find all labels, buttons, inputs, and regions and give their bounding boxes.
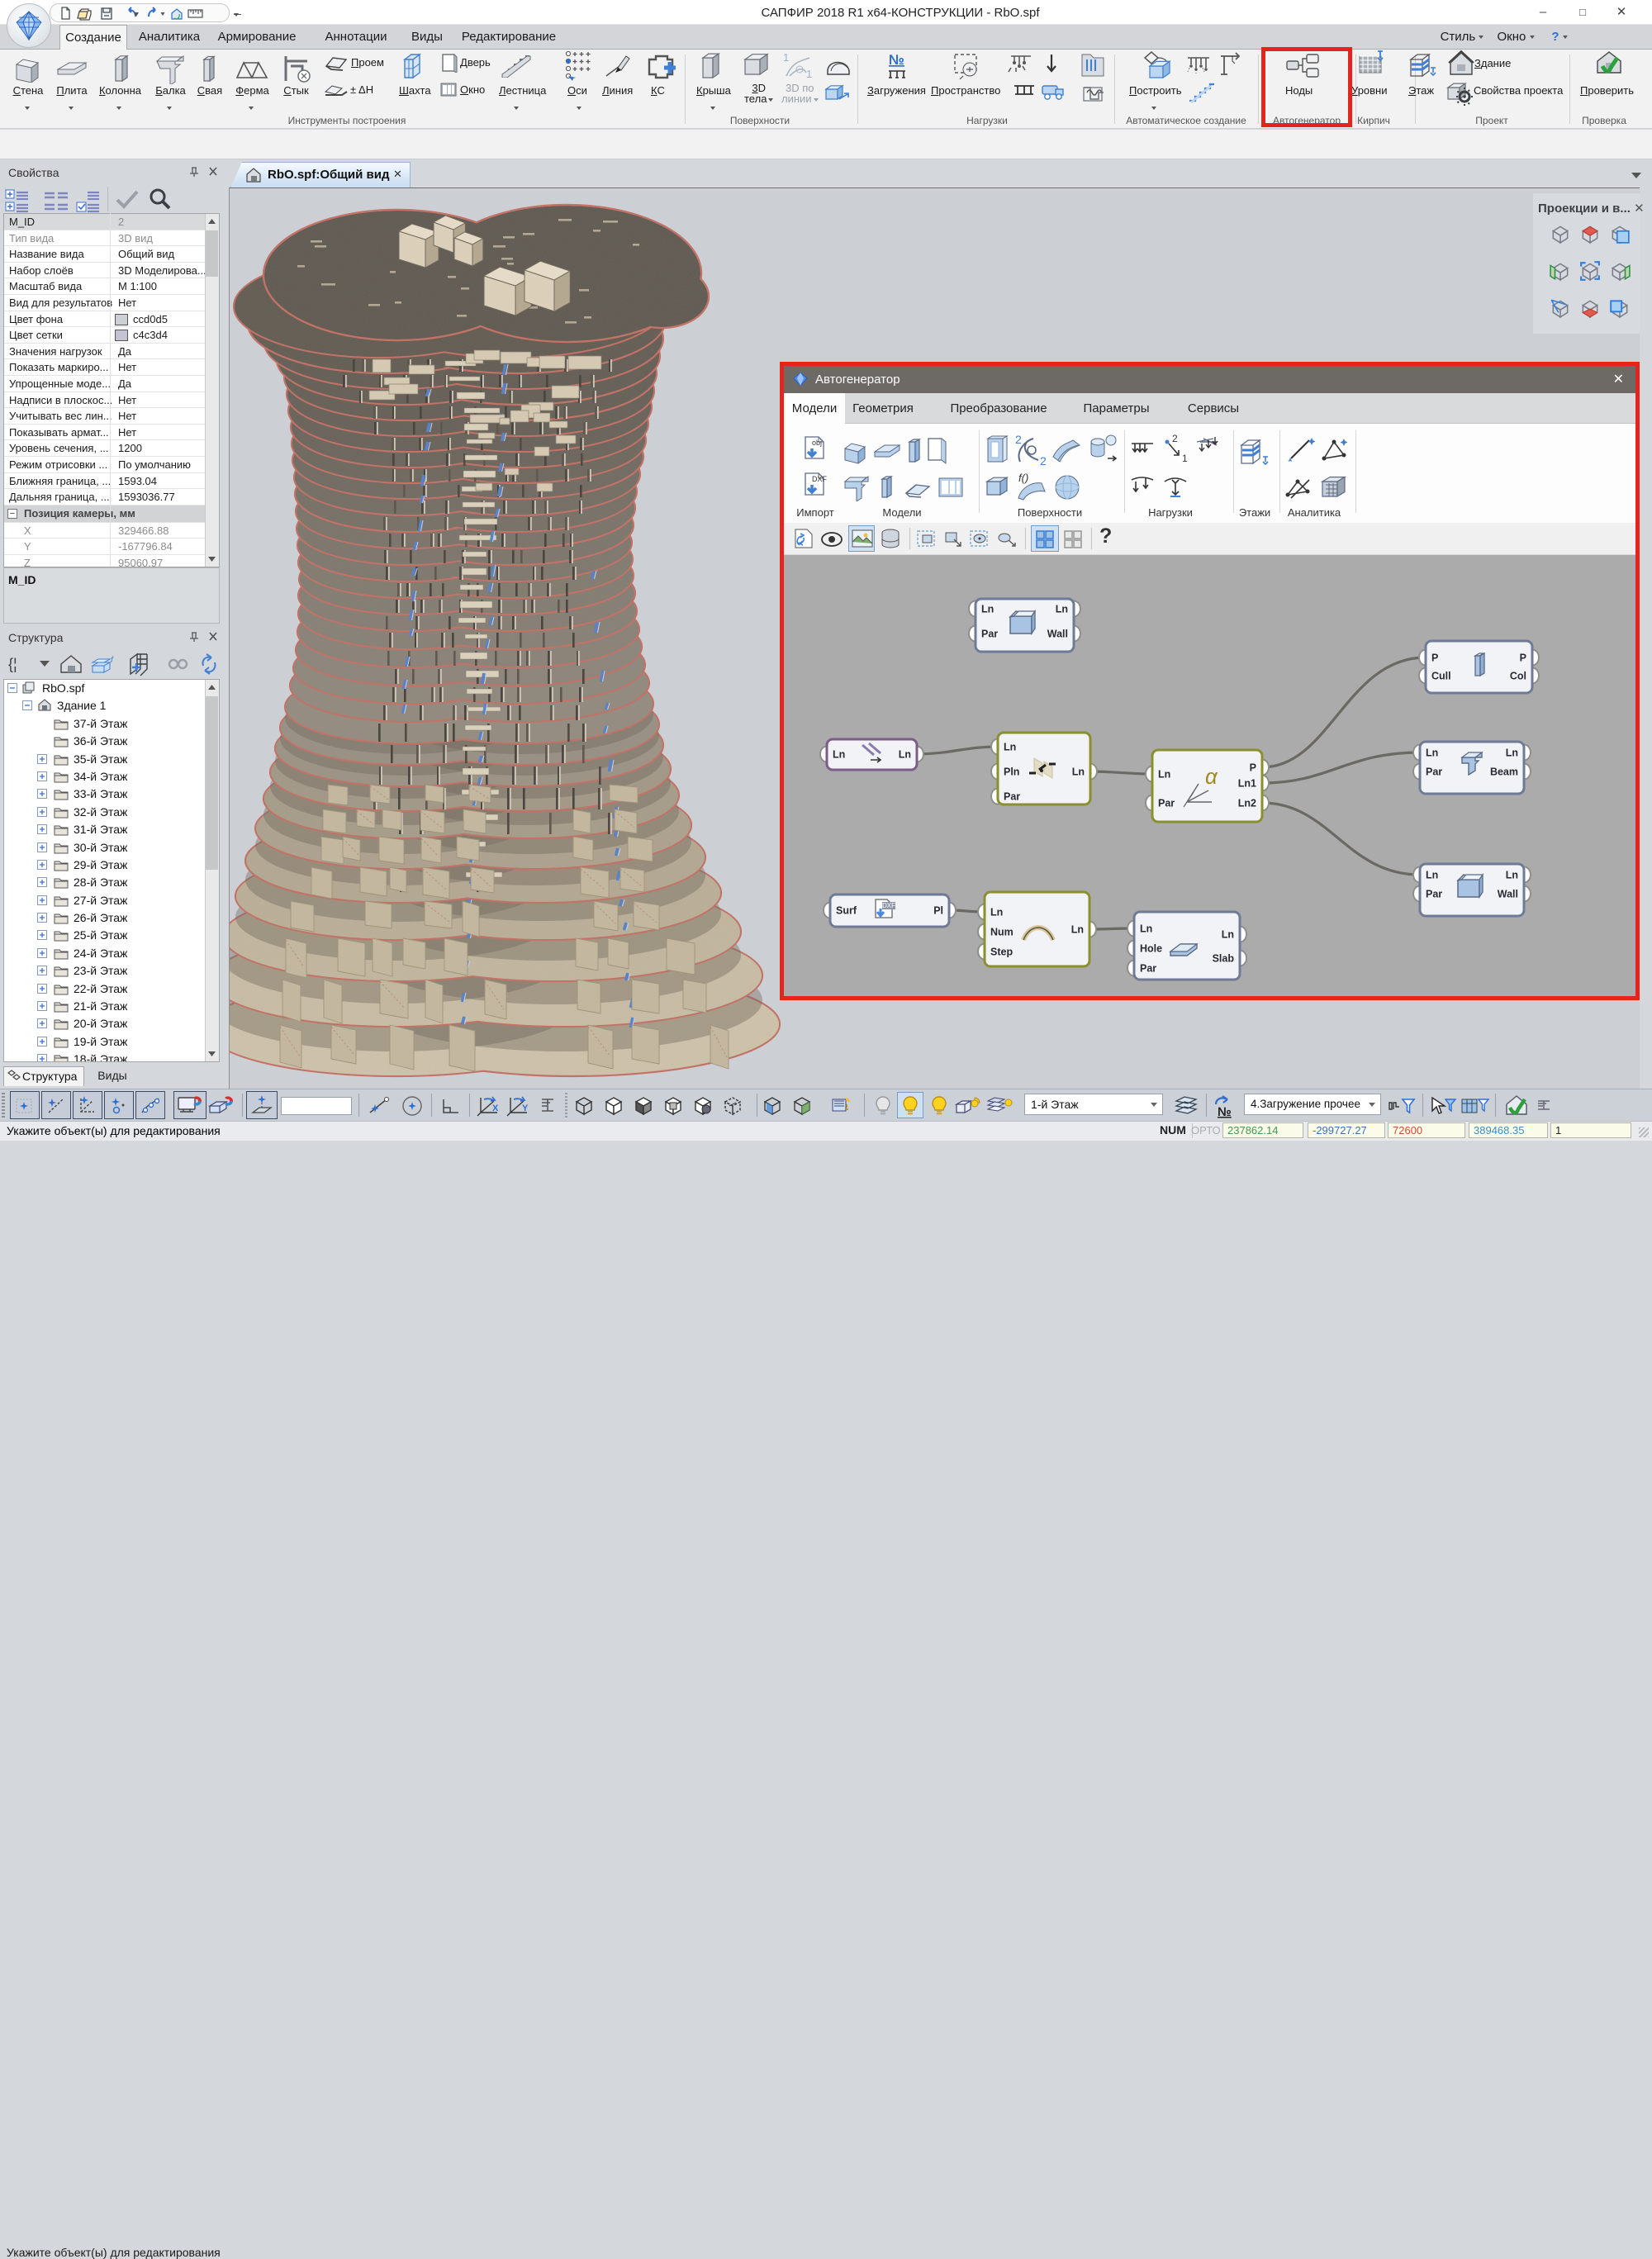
svg-text:1: 1 [1182, 453, 1188, 464]
svg-text:Ln: Ln [1426, 870, 1438, 881]
svg-text:№: № [1218, 1105, 1232, 1119]
svg-text:Par: Par [1158, 798, 1175, 809]
svg-text:P: P [1431, 653, 1438, 664]
svg-text:Ln: Ln [1158, 769, 1170, 781]
svg-text:Cull: Cull [1431, 671, 1451, 682]
svg-text:Ln: Ln [1071, 924, 1084, 936]
svg-text:Ln: Ln [1506, 747, 1518, 759]
svg-text:Ln: Ln [1140, 923, 1152, 935]
svg-text:Par: Par [1140, 963, 1156, 975]
svg-text:Surf: Surf [836, 905, 857, 917]
svg-text:№: № [889, 52, 904, 68]
svg-text:1: 1 [806, 68, 812, 80]
svg-text:Ln: Ln [1506, 870, 1518, 881]
svg-text:Col: Col [1510, 671, 1526, 682]
svg-text:obj: obj [812, 439, 822, 447]
svg-text:Ln: Ln [1056, 604, 1068, 615]
svg-text:Hole: Hole [1140, 943, 1162, 955]
svg-text:2: 2 [1040, 454, 1047, 467]
svg-text:DXF: DXF [882, 902, 895, 909]
svg-text:Beam: Beam [1490, 766, 1518, 778]
svg-text:Wall: Wall [1498, 889, 1518, 900]
svg-text:Ln: Ln [1004, 742, 1016, 753]
svg-text:Par: Par [1426, 889, 1442, 900]
svg-text:Pl: Pl [933, 905, 943, 917]
svg-text:Ln: Ln [1426, 747, 1438, 759]
svg-text:f: f [111, 656, 114, 665]
svg-text:P: P [1250, 762, 1256, 774]
svg-text:Wall: Wall [1047, 629, 1068, 640]
svg-text:Y: Y [522, 1103, 529, 1113]
svg-text:f(): f() [1018, 472, 1028, 484]
svg-text:Ln: Ln [1222, 929, 1234, 941]
svg-text:1: 1 [783, 51, 789, 64]
svg-text:Ln1: Ln1 [1238, 778, 1256, 790]
svg-text:Pln: Pln [1004, 766, 1019, 778]
svg-text:Slab: Slab [1213, 953, 1235, 965]
svg-text:Ln: Ln [990, 907, 1003, 918]
svg-text:Ln: Ln [981, 604, 994, 615]
svg-text:Par: Par [1004, 791, 1020, 803]
svg-text:Par: Par [1426, 766, 1442, 778]
svg-text:{¦: {¦ [8, 656, 17, 672]
svg-text:2: 2 [1015, 434, 1022, 446]
svg-text:Ln2: Ln2 [1238, 798, 1256, 809]
svg-text:DXF: DXF [812, 475, 828, 483]
svg-text:Step: Step [990, 947, 1013, 958]
svg-text:2: 2 [1172, 434, 1178, 444]
svg-text:Num: Num [990, 927, 1014, 938]
svg-text:Ln: Ln [1072, 766, 1085, 778]
svg-text:P: P [1520, 653, 1526, 664]
svg-text:Par: Par [981, 629, 998, 640]
svg-text:Ln: Ln [899, 749, 911, 761]
svg-text:α: α [1205, 764, 1218, 789]
svg-text:X: X [492, 1103, 499, 1113]
svg-text:Ln: Ln [833, 749, 845, 761]
